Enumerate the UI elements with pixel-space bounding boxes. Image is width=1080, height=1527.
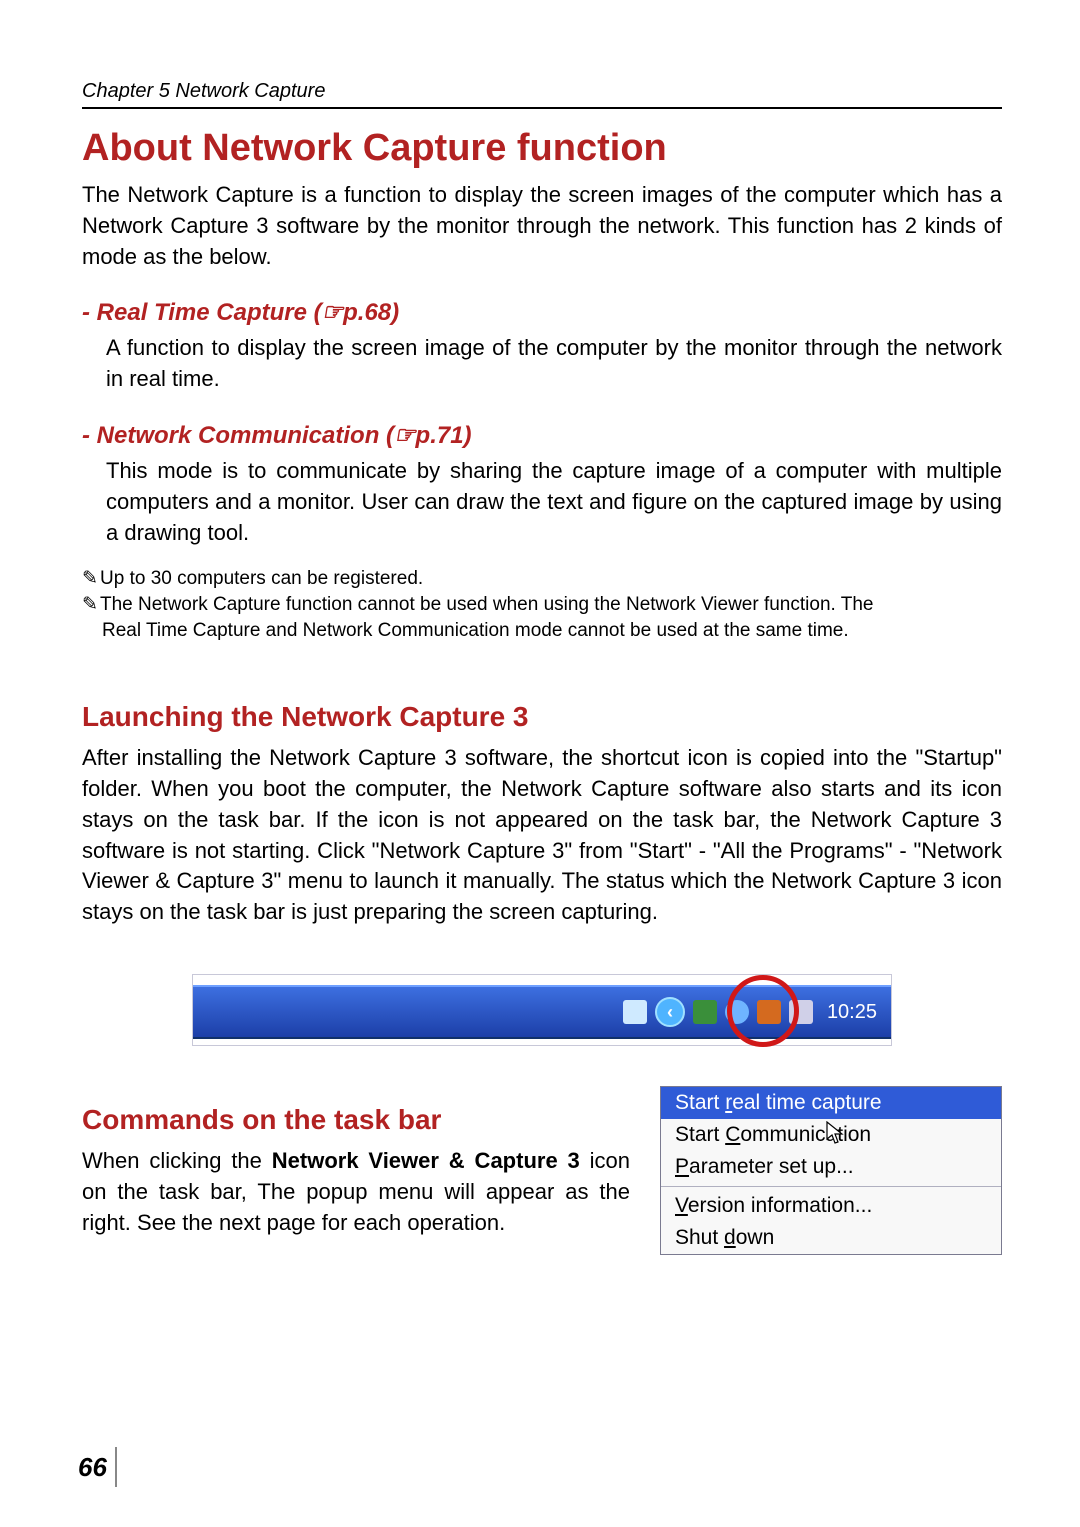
highlight-circle xyxy=(727,975,799,1047)
page-number: 66 xyxy=(78,1447,117,1487)
mode-rtc-title: - Real Time Capture (☞p.68) xyxy=(82,298,1002,327)
menu-text: Start xyxy=(675,1123,725,1146)
taskbar-clock: 10:25 xyxy=(821,1001,877,1024)
mode-rtc-body: A function to display the screen image o… xyxy=(106,333,1002,395)
launch-title: Launching the Network Capture 3 xyxy=(82,701,1002,733)
note-1-text: Up to 30 computers can be registered. xyxy=(100,568,423,589)
menu-text: arameter set up... xyxy=(689,1155,854,1178)
note-2a-text: The Network Capture function cannot be u… xyxy=(100,594,873,615)
menu-text: eal time capture xyxy=(732,1091,881,1114)
menu-accel: P xyxy=(675,1155,689,1178)
menu-accel: d xyxy=(724,1226,736,1249)
menu-text: Start xyxy=(675,1091,725,1114)
tray-keyboard-icon xyxy=(623,1000,647,1024)
menu-accel: V xyxy=(675,1194,688,1217)
menu-text: Shut xyxy=(675,1226,724,1249)
menu-start-realtime[interactable]: Start real time capture xyxy=(661,1087,1001,1119)
taskbar-figure: ‹ 10:25 xyxy=(192,974,892,1046)
menu-shut-down[interactable]: Shut down xyxy=(661,1222,1001,1254)
pencil-icon: ✎ xyxy=(82,566,100,592)
launch-body: After installing the Network Capture 3 s… xyxy=(82,743,1002,928)
menu-separator xyxy=(661,1186,1001,1187)
menu-accel: C xyxy=(725,1123,740,1146)
mode-nc-body: This mode is to communicate by sharing t… xyxy=(106,456,1002,548)
menu-text: ersion information... xyxy=(688,1194,872,1217)
mode-nc-title: - Network Communication (☞p.71) xyxy=(82,421,1002,450)
commands-title: Commands on the task bar xyxy=(82,1104,630,1136)
note-2-line2: Real Time Capture and Network Communicat… xyxy=(102,618,1002,644)
menu-text: ommunication xyxy=(740,1123,871,1146)
page-title: About Network Capture function xyxy=(82,127,1002,170)
menu-parameter-setup[interactable]: Parameter set up... xyxy=(661,1151,1001,1183)
note-2-line1: ✎The Network Capture function cannot be … xyxy=(82,592,1002,618)
commands-body: When clicking the Network Viewer & Captu… xyxy=(82,1146,630,1238)
context-menu: Start real time capture Start Communicat… xyxy=(660,1086,1002,1255)
commands-body-pre: When clicking the xyxy=(82,1148,272,1173)
menu-text: own xyxy=(736,1226,775,1249)
intro-paragraph: The Network Capture is a function to dis… xyxy=(82,180,1002,272)
chapter-header: Chapter 5 Network Capture xyxy=(82,80,1002,109)
pencil-icon: ✎ xyxy=(82,592,100,618)
tray-app-icon xyxy=(693,1000,717,1024)
note-1: ✎Up to 30 computers can be registered. xyxy=(82,566,1002,592)
menu-version-info[interactable]: Version information... xyxy=(661,1190,1001,1222)
commands-body-bold: Network Viewer & Capture 3 xyxy=(272,1148,580,1173)
menu-start-communication[interactable]: Start Communication xyxy=(661,1119,1001,1151)
cursor-icon xyxy=(826,1121,846,1145)
tray-expand-icon: ‹ xyxy=(655,997,685,1027)
